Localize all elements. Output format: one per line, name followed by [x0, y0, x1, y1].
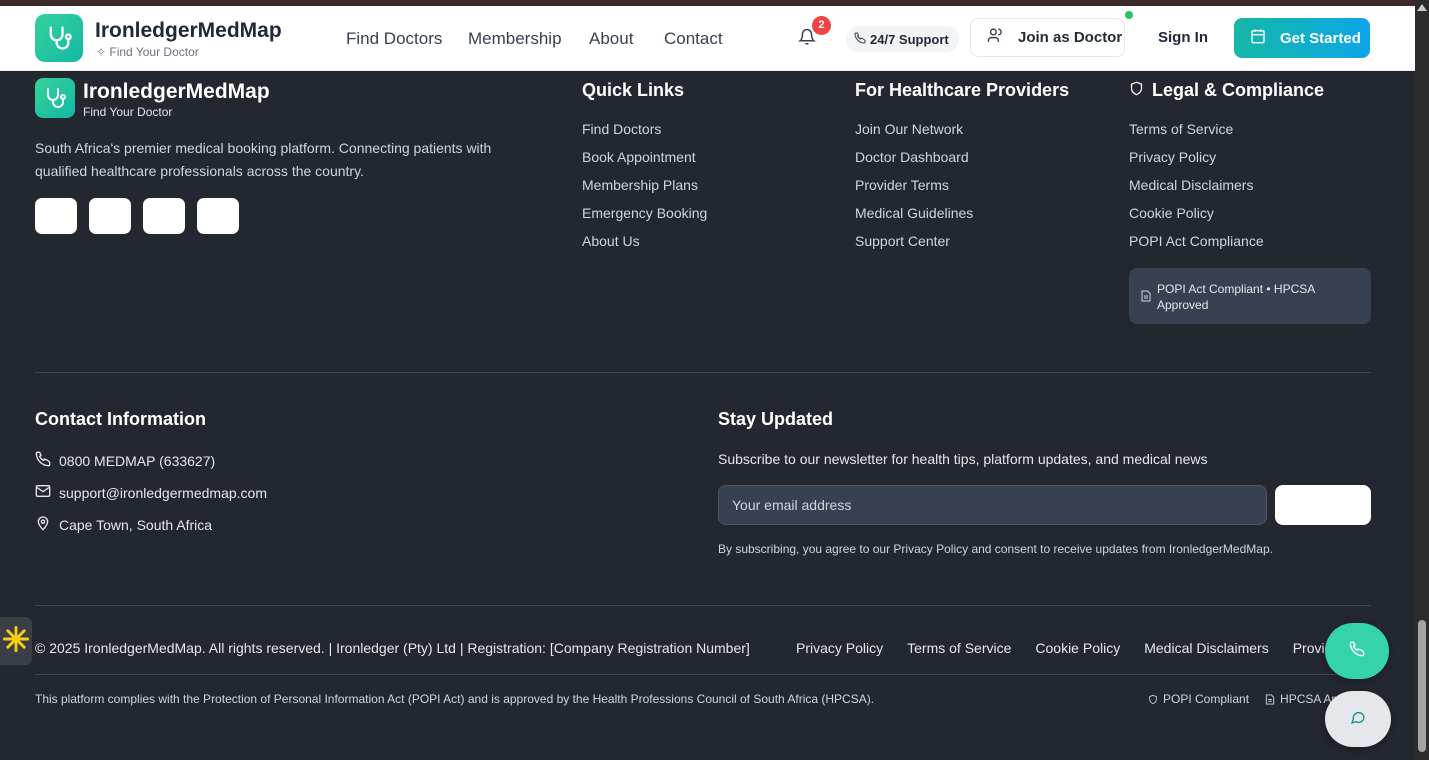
contact-email-text: support@ironledgermedmap.com [59, 484, 267, 501]
sign-in-link[interactable]: Sign In [1158, 29, 1208, 46]
bottom-badges: POPI Compliant HPCSA Approved [1148, 692, 1338, 706]
footer-link-book-appointment[interactable]: Book Appointment [582, 149, 707, 177]
popi-badge-text: POPI Compliant [1163, 692, 1250, 706]
join-label: Join as Doctor [1018, 29, 1123, 46]
footer-link-join-network[interactable]: Join Our Network [855, 121, 973, 149]
footer-link-disclaimers[interactable]: Medical Disclaimers [1129, 177, 1264, 205]
compliance-text: POPI Act Compliant • HPCSA Approved [1157, 282, 1315, 312]
hpcsa-badge: HPCSA Approved [1265, 692, 1338, 706]
footer-link-about-us[interactable]: About Us [582, 233, 707, 261]
contact-email[interactable]: support@ironledgermedmap.com [35, 483, 267, 502]
calendar-icon [1250, 28, 1266, 48]
newsletter-email-input[interactable] [718, 485, 1267, 525]
scrollbar-thumb[interactable] [1418, 620, 1426, 752]
subscribe-button[interactable] [1275, 485, 1371, 525]
social-link-2[interactable] [89, 198, 131, 234]
bottom-links: Privacy Policy Terms of Service Cookie P… [796, 640, 1356, 656]
footer-link-doctor-dashboard[interactable]: Doctor Dashboard [855, 149, 973, 177]
legal-list: Terms of Service Privacy Policy Medical … [1129, 121, 1264, 261]
footer-tagline: Find Your Doctor [83, 105, 173, 119]
phone-icon [35, 451, 51, 470]
status-dot [1125, 11, 1133, 19]
social-link-4[interactable] [197, 198, 239, 234]
bottom-link-cookie[interactable]: Cookie Policy [1035, 640, 1120, 656]
footer-divider-2 [35, 605, 1371, 606]
contact-title: Contact Information [35, 409, 206, 429]
footer-brand-name: IronledgerMedMap [83, 80, 270, 103]
contact-location: Cape Town, South Africa [35, 515, 212, 534]
phone-icon [854, 32, 866, 47]
user-icon [987, 27, 1004, 48]
shield-icon [1129, 80, 1144, 101]
brand-name[interactable]: IronledgerMedMap [95, 19, 282, 43]
mail-icon [35, 483, 51, 502]
footer-link-membership-plans[interactable]: Membership Plans [582, 177, 707, 205]
popi-badge: POPI Compliant [1148, 692, 1249, 706]
footer-link-provider-terms[interactable]: Provider Terms [855, 177, 973, 205]
footer-link-cookie[interactable]: Cookie Policy [1129, 205, 1264, 233]
newsletter-title: Stay Updated [718, 409, 834, 429]
support-label: 24/7 Support [870, 31, 949, 47]
contact-phone[interactable]: 0800 MEDMAP (633627) [35, 451, 215, 470]
bottom-link-privacy[interactable]: Privacy Policy [796, 640, 883, 656]
chat-icon [1350, 709, 1366, 730]
logo-icon[interactable] [35, 14, 83, 62]
newsletter-subtitle: Subscribe to our newsletter for health t… [718, 451, 1208, 467]
newsletter-note: By subscribing, you agree to our Privacy… [718, 542, 1273, 556]
footer-link-support-center[interactable]: Support Center [855, 233, 973, 261]
shield-icon [1148, 694, 1158, 705]
support-pill[interactable]: 24/7 Support [846, 26, 959, 52]
footer-link-popi[interactable]: POPI Act Compliance [1129, 233, 1264, 261]
legal-title-text: Legal & Compliance [1152, 80, 1325, 100]
accessibility-widget[interactable] [0, 617, 32, 665]
nav-contact[interactable]: Contact [664, 29, 723, 49]
footer-link-terms[interactable]: Terms of Service [1129, 121, 1264, 149]
sparkle-icon [2, 625, 30, 658]
notification-badge: 2 [812, 16, 831, 35]
footer-divider [35, 372, 1371, 373]
footer-link-emergency-booking[interactable]: Emergency Booking [582, 205, 707, 233]
site-header: IronledgerMedMap ✧ Find Your Doctor Find… [0, 6, 1415, 71]
quick-links-title: Quick Links [582, 80, 685, 100]
page-scrollbar[interactable] [1415, 0, 1429, 760]
social-link-3[interactable] [143, 198, 185, 234]
tagline-text: Find Your Doctor [109, 45, 199, 59]
social-link-1[interactable] [35, 198, 77, 234]
map-pin-icon [35, 515, 51, 534]
footer-logo-icon[interactable] [35, 78, 75, 118]
nav-about[interactable]: About [589, 29, 633, 49]
footer-link-medical-guidelines[interactable]: Medical Guidelines [855, 205, 973, 233]
quick-links-list: Find Doctors Book Appointment Membership… [582, 121, 707, 261]
scroll-up-icon[interactable] [1417, 4, 1427, 11]
footer-link-privacy[interactable]: Privacy Policy [1129, 149, 1264, 177]
legal-title: Legal & Compliance [1129, 80, 1324, 101]
nav-membership[interactable]: Membership [468, 29, 562, 49]
get-started-label: Get Started [1280, 29, 1361, 47]
providers-title: For Healthcare Providers [855, 80, 1070, 100]
chat-fab-button[interactable] [1325, 691, 1391, 747]
brand-tagline: ✧ Find Your Doctor [96, 45, 199, 59]
call-fab-button[interactable] [1325, 623, 1389, 679]
footer-link-find-doctors[interactable]: Find Doctors [582, 121, 707, 149]
legal-note: This platform complies with the Protecti… [35, 692, 875, 706]
phone-icon [1349, 641, 1365, 662]
contact-phone-text: 0800 MEDMAP (633627) [59, 452, 216, 469]
document-icon [1141, 290, 1151, 306]
footer-description: South Africa's premier medical booking p… [35, 140, 492, 179]
bottom-link-disclaimers[interactable]: Medical Disclaimers [1144, 640, 1268, 656]
contact-location-text: Cape Town, South Africa [59, 516, 213, 533]
compliance-badge: POPI Act Compliant • HPCSA Approved [1129, 268, 1371, 324]
document-icon [1265, 693, 1275, 705]
footer-divider-3 [35, 674, 1371, 675]
copyright-text: © 2025 IronledgerMedMap. All rights rese… [35, 640, 750, 656]
join-as-doctor-button[interactable]: Join as Doctor [970, 18, 1125, 57]
nav-find-doctors[interactable]: Find Doctors [346, 29, 442, 49]
get-started-button[interactable]: Get Started [1234, 18, 1370, 58]
bottom-link-terms[interactable]: Terms of Service [907, 640, 1011, 656]
providers-list: Join Our Network Doctor Dashboard Provid… [855, 121, 973, 261]
